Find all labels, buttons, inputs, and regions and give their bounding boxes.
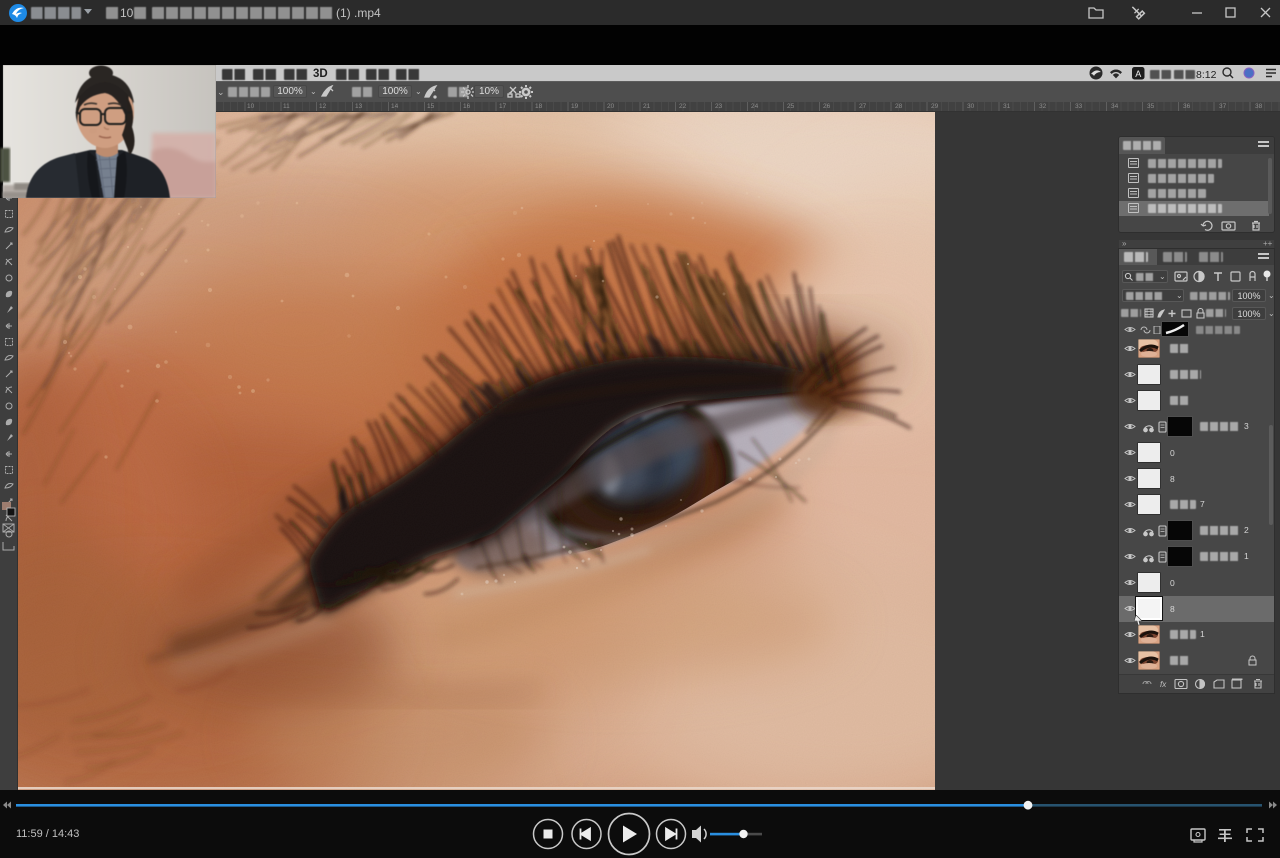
svg-text:A: A [1135, 69, 1141, 79]
svg-text:fx: fx [1160, 680, 1167, 689]
